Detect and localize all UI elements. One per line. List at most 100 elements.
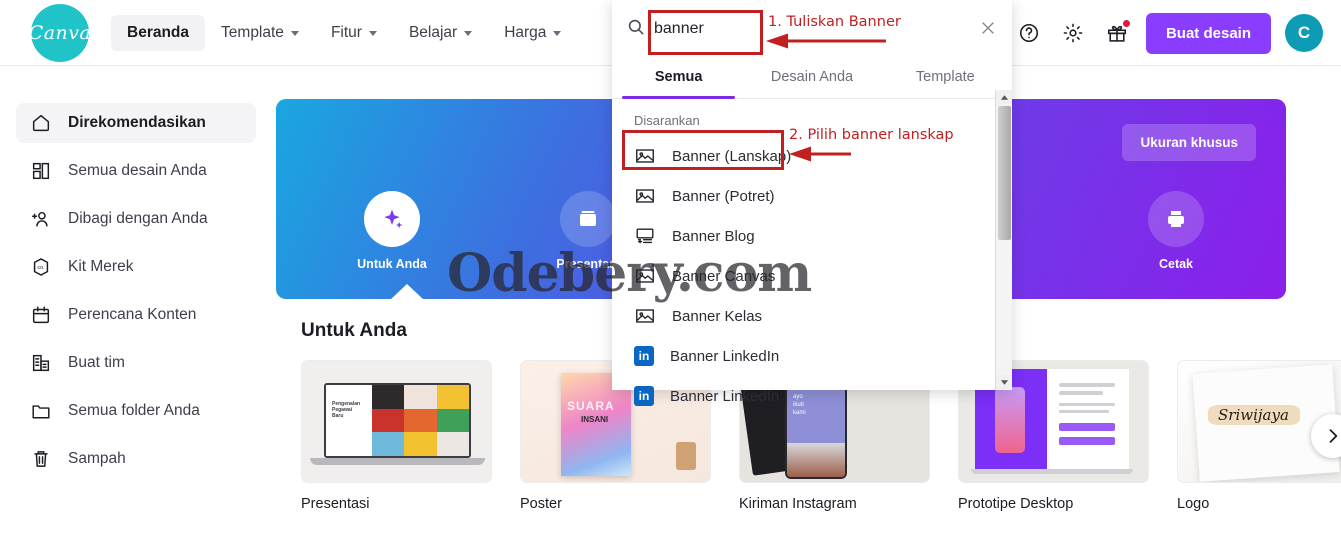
sidebar-item-dibagi-dengan-anda[interactable]: Dibagi dengan Anda bbox=[16, 199, 256, 239]
search-bar bbox=[612, 0, 1012, 58]
chevron-down-icon bbox=[290, 31, 299, 36]
suggestion-banner-kelas[interactable]: Banner Kelas bbox=[612, 296, 1012, 336]
suggestion-list: Banner (Lanskap) Banner (Potret) Banner … bbox=[612, 136, 1012, 414]
sidebar-item-direkomendasikan[interactable]: Direkomendasikan bbox=[16, 103, 256, 143]
image-icon bbox=[634, 145, 656, 167]
nav-item-label: Harga bbox=[504, 23, 547, 41]
search-dropdown-panel: Semua Desain Anda Template Disarankan Ba… bbox=[612, 0, 1012, 406]
sidebar-item-perencana-konten[interactable]: Perencana Konten bbox=[16, 295, 256, 335]
suggestion-banner-linkedin[interactable]: in Banner LinkedIn bbox=[612, 336, 1012, 376]
sidebar-item-label: Dibagi dengan Anda bbox=[68, 210, 208, 227]
trash-icon bbox=[30, 448, 52, 470]
nav-item-label: Fitur bbox=[330, 23, 362, 41]
suggestion-label: Banner LinkedIn bbox=[670, 387, 780, 405]
close-icon[interactable] bbox=[978, 18, 998, 43]
canva-logo-text: Canva bbox=[28, 21, 92, 44]
scroll-down-icon[interactable] bbox=[996, 375, 1012, 390]
gift-icon[interactable] bbox=[1102, 18, 1132, 48]
image-icon bbox=[634, 185, 656, 207]
sidebar-item-label: Perencana Konten bbox=[68, 306, 197, 323]
avatar[interactable]: C bbox=[1285, 14, 1323, 52]
scrollbar-thumb[interactable] bbox=[998, 106, 1011, 240]
canva-logo[interactable]: Canva bbox=[28, 3, 92, 62]
svg-text:co.: co. bbox=[37, 265, 45, 271]
header-actions: Buat desain C bbox=[1014, 0, 1323, 66]
custom-size-button[interactable]: Ukuran khusus bbox=[1122, 124, 1256, 161]
nav-item-label: Template bbox=[221, 23, 284, 41]
sidebar-item-buat-tim[interactable]: Buat tim bbox=[16, 343, 256, 383]
add-user-icon bbox=[30, 208, 52, 230]
nav-item-fitur[interactable]: Fitur bbox=[315, 15, 393, 51]
suggestion-banner-canvas[interactable]: Banner Canvas bbox=[612, 256, 1012, 296]
canva-home-page: Canva Beranda Template Fitur Belajar Har… bbox=[0, 0, 1341, 542]
page-title: Untuk Anda bbox=[301, 320, 407, 341]
scroll-up-icon[interactable] bbox=[996, 90, 1012, 105]
hero-category-cetak[interactable]: Cetak bbox=[1134, 191, 1218, 271]
card-label: Kiriman Instagram bbox=[739, 496, 857, 512]
sidebar-item-label: Semua desain Anda bbox=[68, 162, 207, 179]
suggestion-label: Banner (Lanskap) bbox=[672, 147, 792, 165]
sidebar: Direkomendasikan Semua desain Anda Dibag… bbox=[0, 67, 276, 542]
nav-item-belajar[interactable]: Belajar bbox=[393, 15, 488, 51]
main-nav: Beranda Template Fitur Belajar Harga bbox=[111, 14, 577, 51]
search-tabs: Semua Desain Anda Template bbox=[612, 58, 1012, 99]
suggestion-label: Banner Blog bbox=[672, 227, 755, 245]
tab-semua[interactable]: Semua bbox=[612, 58, 745, 99]
nav-item-beranda[interactable]: Beranda bbox=[111, 14, 206, 51]
sidebar-item-kit-merek[interactable]: co. Kit Merek bbox=[16, 247, 256, 287]
card-presentasi[interactable]: Pengenalan Pegawai Baru Presentasi bbox=[301, 360, 492, 512]
nav-item-template[interactable]: Template bbox=[205, 15, 315, 51]
notification-dot bbox=[1122, 20, 1130, 27]
sidebar-item-label: Semua folder Anda bbox=[68, 402, 200, 419]
suggestion-banner-lanskap[interactable]: Banner (Lanskap) bbox=[612, 136, 1012, 176]
blog-banner-icon bbox=[634, 225, 656, 247]
folder-icon bbox=[30, 400, 52, 422]
logo-art-text: Sriwijaya bbox=[1218, 406, 1289, 424]
tab-desain-anda[interactable]: Desain Anda bbox=[745, 58, 878, 98]
suggestion-label: Banner (Potret) bbox=[672, 187, 775, 205]
suggestion-banner-linkedin-2[interactable]: in Banner LinkedIn bbox=[612, 376, 1012, 414]
linkedin-icon: in bbox=[634, 386, 654, 406]
sidebar-item-label: Buat tim bbox=[68, 354, 125, 371]
sidebar-item-sampah[interactable]: Sampah bbox=[16, 439, 256, 479]
sidebar-item-label: Direkomendasikan bbox=[68, 114, 206, 131]
grid-icon bbox=[30, 160, 52, 182]
gear-icon[interactable] bbox=[1058, 18, 1088, 48]
avatar-initial: C bbox=[1297, 23, 1311, 42]
hero-category-untuk-anda[interactable]: Untuk Anda bbox=[350, 191, 434, 271]
suggestion-label: Banner LinkedIn bbox=[670, 347, 780, 365]
sidebar-item-label: Sampah bbox=[68, 450, 126, 467]
presentation-icon bbox=[560, 191, 616, 247]
nav-item-label: Belajar bbox=[408, 23, 458, 41]
suggestion-banner-potret[interactable]: Banner (Potret) bbox=[612, 176, 1012, 216]
sidebar-item-semua-desain-anda[interactable]: Semua desain Anda bbox=[16, 151, 256, 191]
image-icon bbox=[634, 305, 656, 327]
card-label: Logo bbox=[1177, 496, 1210, 512]
linkedin-icon: in bbox=[634, 346, 654, 366]
hero-selected-pointer bbox=[390, 284, 424, 299]
create-design-button[interactable]: Buat desain bbox=[1145, 12, 1271, 54]
sparkle-icon bbox=[364, 191, 420, 247]
nav-item-harga[interactable]: Harga bbox=[488, 15, 577, 51]
chevron-down-icon bbox=[553, 31, 562, 36]
chevron-right-icon bbox=[1329, 429, 1338, 443]
image-icon bbox=[634, 265, 656, 287]
card-label: Prototipe Desktop bbox=[958, 496, 1074, 512]
dropdown-scrollbar[interactable] bbox=[995, 90, 1012, 390]
search-icon bbox=[626, 17, 646, 42]
suggestion-banner-blog[interactable]: Banner Blog bbox=[612, 216, 1012, 256]
card-label: Presentasi bbox=[301, 496, 370, 512]
suggestion-label: Banner Canvas bbox=[672, 267, 776, 285]
suggestions-heading: Disarankan bbox=[634, 113, 700, 128]
sidebar-item-semua-folder-anda[interactable]: Semua folder Anda bbox=[16, 391, 256, 431]
brand-kit-icon: co. bbox=[30, 256, 52, 278]
search-input[interactable] bbox=[654, 20, 762, 38]
tab-template[interactable]: Template bbox=[879, 58, 1012, 98]
chevron-down-icon bbox=[464, 31, 473, 36]
building-icon bbox=[30, 352, 52, 374]
card-label: Poster bbox=[520, 496, 562, 512]
suggestion-label: Banner Kelas bbox=[672, 307, 763, 325]
question-circle-icon[interactable] bbox=[1014, 18, 1044, 48]
print-icon bbox=[1148, 191, 1204, 247]
calendar-icon bbox=[30, 304, 52, 326]
